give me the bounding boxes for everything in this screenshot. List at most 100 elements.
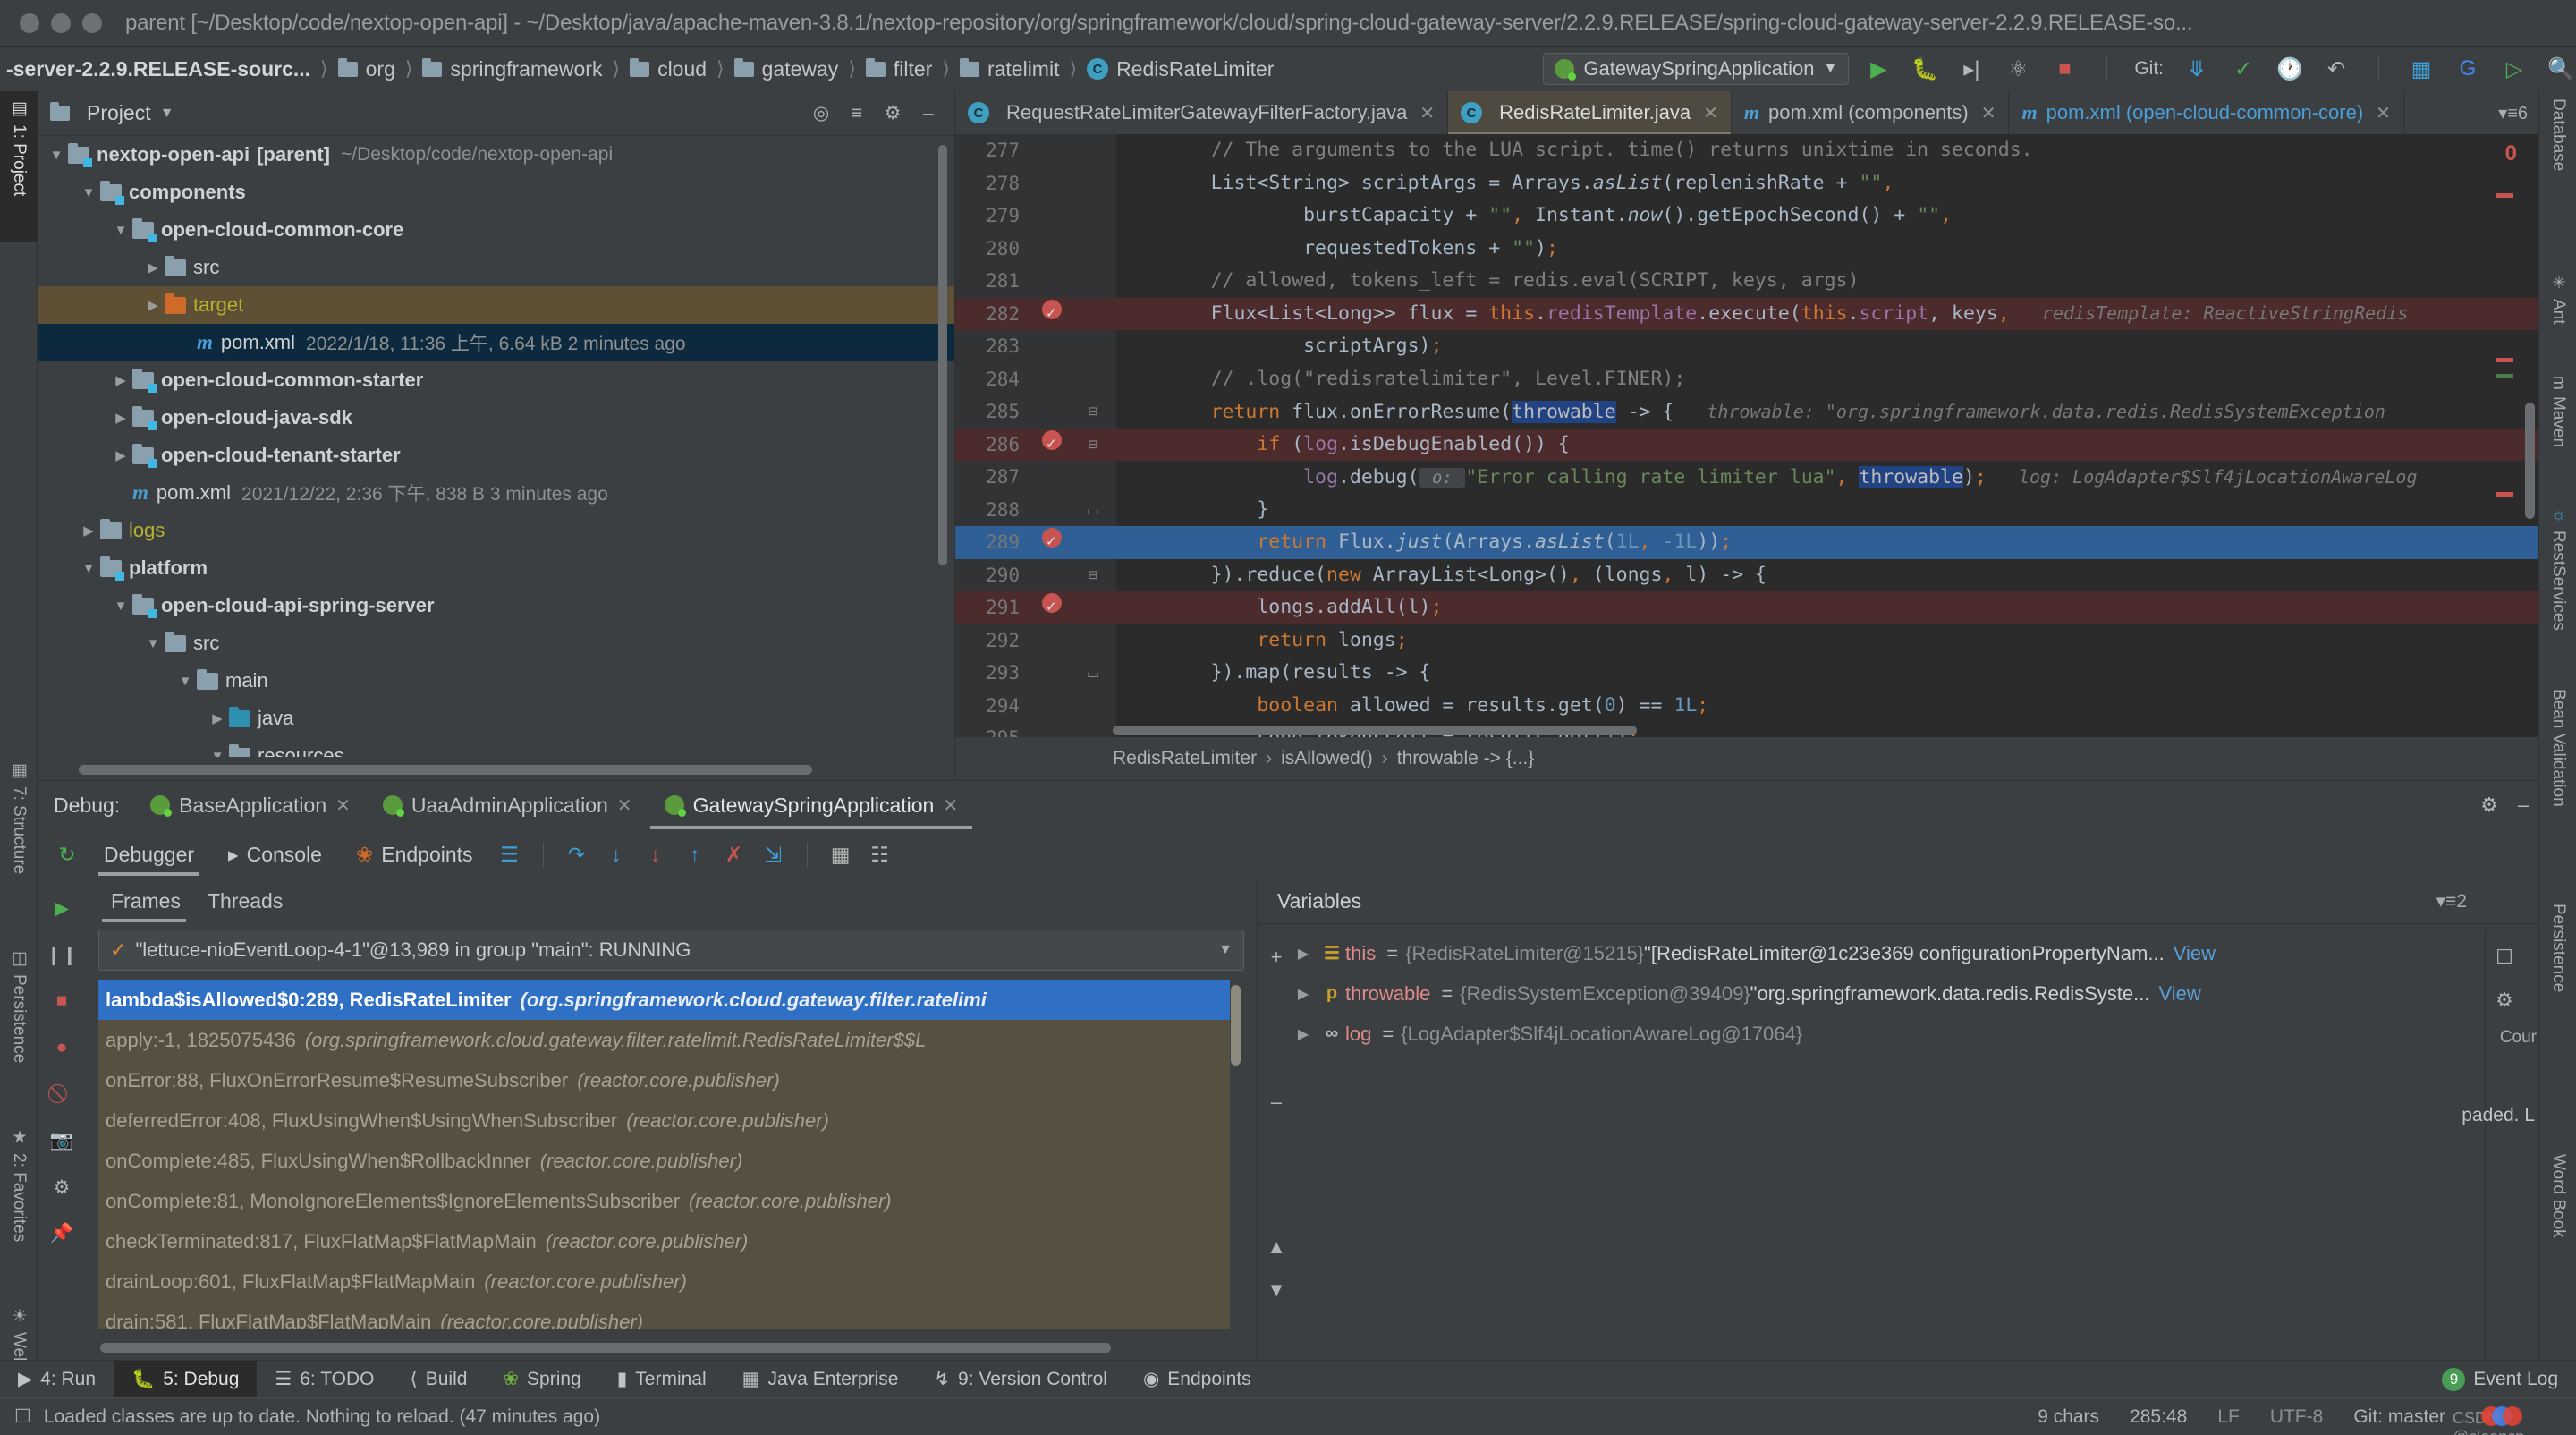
locate-icon[interactable]: ◎	[808, 100, 835, 127]
fold-marker[interactable]: ⌴	[1072, 657, 1114, 690]
frame-row[interactable]: checkTerminated:817, FluxFlatMap$FlatMap…	[98, 1221, 1230, 1261]
tab-debugger[interactable]: Debugger	[89, 829, 208, 879]
fold-marker[interactable]: ⊟	[1072, 429, 1114, 462]
tree-node[interactable]: ▼ open-cloud-common-core	[38, 211, 954, 249]
move-down-icon[interactable]: ▼	[1258, 1271, 1295, 1309]
tree-node[interactable]: ▶ java	[38, 700, 954, 737]
collapse-icon[interactable]: ≡	[843, 100, 870, 127]
frame-row[interactable]: apply:-1, 1825075436 (org.springframework…	[98, 1020, 1230, 1060]
resume-icon[interactable]: ▶	[44, 890, 80, 926]
error-marker[interactable]	[2496, 193, 2513, 198]
error-marker[interactable]	[2496, 492, 2513, 497]
close-icon[interactable]: ✕	[1419, 102, 1435, 124]
force-step-into-icon[interactable]: ↓	[639, 837, 673, 871]
chevron-right-icon[interactable]: ▶	[206, 710, 229, 726]
warning-marker[interactable]	[2496, 374, 2513, 378]
drop-frame-icon[interactable]: ✗	[717, 837, 751, 871]
debug-session-uaaadminapplication[interactable]: UaaAdminApplication ✕	[369, 781, 647, 829]
layout-icon[interactable]: ☰	[493, 837, 527, 871]
code-line[interactable]: 284 // .log("redisratelimiter", Level.FI…	[955, 363, 2538, 396]
project-horizontal-scrollbar[interactable]	[79, 765, 812, 775]
code-line[interactable]: 291 longs.addAll(l);	[955, 590, 2538, 624]
search-icon[interactable]: 🔍	[2546, 54, 2576, 84]
code-line[interactable]: 292 return longs;	[955, 624, 2538, 658]
tab-pom-open-cloud-common-core[interactable]: m pom.xml (open-cloud-common-core) ✕	[2009, 91, 2404, 134]
chevron-down-icon[interactable]: ▼	[109, 599, 132, 614]
breadcrumb-class[interactable]: RedisRateLimiter	[1113, 748, 1257, 769]
breakpoint-icon[interactable]	[1042, 590, 1062, 624]
chevron-down-icon[interactable]: ▼	[174, 674, 197, 689]
fold-marker[interactable]: ⊟	[1072, 395, 1114, 429]
breadcrumb-item-org[interactable]: org	[335, 57, 398, 81]
chevron-down-icon[interactable]: ▼	[45, 148, 68, 163]
console-toggle-icon[interactable]: ☐	[2486, 938, 2523, 976]
gutter-breakpoint-slot[interactable]	[1032, 428, 1072, 462]
sidebar-item-bean-validation[interactable]: Bean Validation	[2539, 682, 2576, 887]
tab-redis-rate-limiter[interactable]: C RedisRateLimiter.java ✕	[1448, 91, 1732, 134]
step-over-icon[interactable]: ↷	[560, 837, 594, 871]
tree-node[interactable]: ▼ src	[38, 624, 954, 662]
frame-row[interactable]: onError:88, FluxOnErrorResume$ResumeSubs…	[98, 1060, 1230, 1100]
run-with-coverage-icon[interactable]: ▸|	[1956, 54, 1987, 84]
code-line[interactable]: 283 scriptArgs);	[955, 330, 2538, 363]
view-breakpoints-icon[interactable]: ●	[44, 1030, 80, 1066]
code-line[interactable]: 287 log.debug( o: "Error calling rate li…	[955, 461, 2538, 494]
bottom-tool-terminal[interactable]: ▮ Terminal	[599, 1361, 724, 1398]
hide-icon[interactable]: –	[2508, 790, 2538, 820]
chevron-right-icon[interactable]: ▶	[109, 410, 132, 426]
close-icon[interactable]: ✕	[335, 794, 351, 817]
tab-console[interactable]: ▸ Console	[214, 829, 336, 879]
window-traffic-lights[interactable]	[20, 13, 102, 33]
settings-icon[interactable]: ⚙	[2474, 790, 2504, 820]
tree-node[interactable]: ▶ open-cloud-java-sdk	[38, 399, 954, 437]
bottom-tool-run[interactable]: ▶ 4: Run	[0, 1361, 114, 1398]
update-project-icon[interactable]: ⤋	[2182, 54, 2212, 84]
mute-breakpoints-rail-icon[interactable]: ⃠	[44, 1076, 80, 1112]
code-line[interactable]: 280 requestedTokens + "");	[955, 233, 2538, 266]
status-line-separator[interactable]: LF	[2217, 1406, 2240, 1428]
editor-vertical-scrollbar[interactable]	[2525, 403, 2535, 519]
close-icon[interactable]: ✕	[1981, 102, 1996, 124]
code-line[interactable]: 288 ⌴ }	[955, 494, 2538, 527]
frame-row[interactable]: drain:581, FluxFlatMap$FlatMapMain (react…	[98, 1302, 1230, 1330]
close-icon[interactable]: ✕	[2376, 102, 2391, 124]
breadcrumb-item-class[interactable]: C RedisRateLimiter	[1084, 57, 1276, 81]
bottom-tool-debug[interactable]: 🐛 5: Debug	[114, 1360, 258, 1398]
variable-row[interactable]: ▶ ☰ this = {RedisRateLimiter@15215} "[RedisR…	[1288, 933, 2453, 973]
sidebar-item-ant[interactable]: ✳ Ant	[2539, 266, 2576, 364]
sidebar-item-favorites[interactable]: ★ 2: Favorites	[0, 1120, 38, 1290]
debug-session-baseapplication[interactable]: BaseApplication ✕	[136, 781, 365, 829]
tree-node[interactable]: ▶ src	[38, 249, 954, 286]
thread-selector[interactable]: ✓ "lettuce-nioEventLoop-4-1"@13,989 in g…	[98, 930, 1244, 971]
bottom-tool-java-enterprise[interactable]: ▦ Java Enterprise	[724, 1361, 917, 1398]
fold-marker[interactable]: ⊟	[1072, 559, 1114, 592]
add-watch-icon[interactable]: +	[1258, 938, 1295, 976]
project-tree[interactable]: ▼ nextop-open-api [parent] ~/Desktop/code/n…	[38, 136, 954, 757]
rollback-icon[interactable]: ↶	[2321, 54, 2351, 84]
stop-icon[interactable]: ■	[2049, 54, 2080, 84]
breadcrumb-item-cloud[interactable]: cloud	[627, 57, 709, 81]
code-line[interactable]: 285 ⊟ return flux.onErrorResume(throwable…	[955, 395, 2538, 429]
bottom-tool-version-control[interactable]: ↯ 9: Version Control	[916, 1361, 1125, 1398]
code-line[interactable]: 290 ⊟ }).reduce(new ArrayList<Long>(), (l…	[955, 559, 2538, 592]
tab-frames[interactable]: Frames	[102, 889, 199, 922]
fold-marker[interactable]: ⌴	[1072, 494, 1114, 527]
tree-node[interactable]: m pom.xml 2021/12/22, 2:36 下午, 838 B 3 min…	[38, 474, 954, 512]
code-line[interactable]: 277 // The arguments to the LUA script. …	[955, 134, 2538, 167]
status-caret-position[interactable]: 285:48	[2130, 1406, 2187, 1428]
rerun-icon[interactable]: ↻	[50, 837, 84, 871]
variables-count-badge[interactable]: ▾≡2	[2436, 890, 2538, 913]
frames-list[interactable]: lambda$isAllowed$0:289, RedisRateLimiter…	[98, 980, 1230, 1329]
project-vertical-scrollbar[interactable]	[938, 145, 947, 565]
tab-pom-components[interactable]: m pom.xml (components) ✕	[1732, 91, 2010, 134]
chevron-right-icon[interactable]: ▶	[141, 297, 165, 313]
breadcrumb-item-gateway[interactable]: gateway	[732, 57, 842, 81]
hide-icon[interactable]: –	[915, 100, 942, 127]
tree-node[interactable]: ▼ main	[38, 662, 954, 700]
preview-icon[interactable]: ▷	[2499, 54, 2529, 84]
error-marker[interactable]	[2496, 358, 2513, 362]
debug-icon[interactable]: 🐛	[1910, 54, 1940, 84]
editor-tabs-overflow[interactable]: ▾≡6	[2487, 91, 2538, 134]
breadcrumb-item-source[interactable]: -server-2.2.9.RELEASE-sourc...	[4, 57, 313, 81]
frame-row[interactable]: lambda$isAllowed$0:289, RedisRateLimiter…	[98, 980, 1230, 1020]
